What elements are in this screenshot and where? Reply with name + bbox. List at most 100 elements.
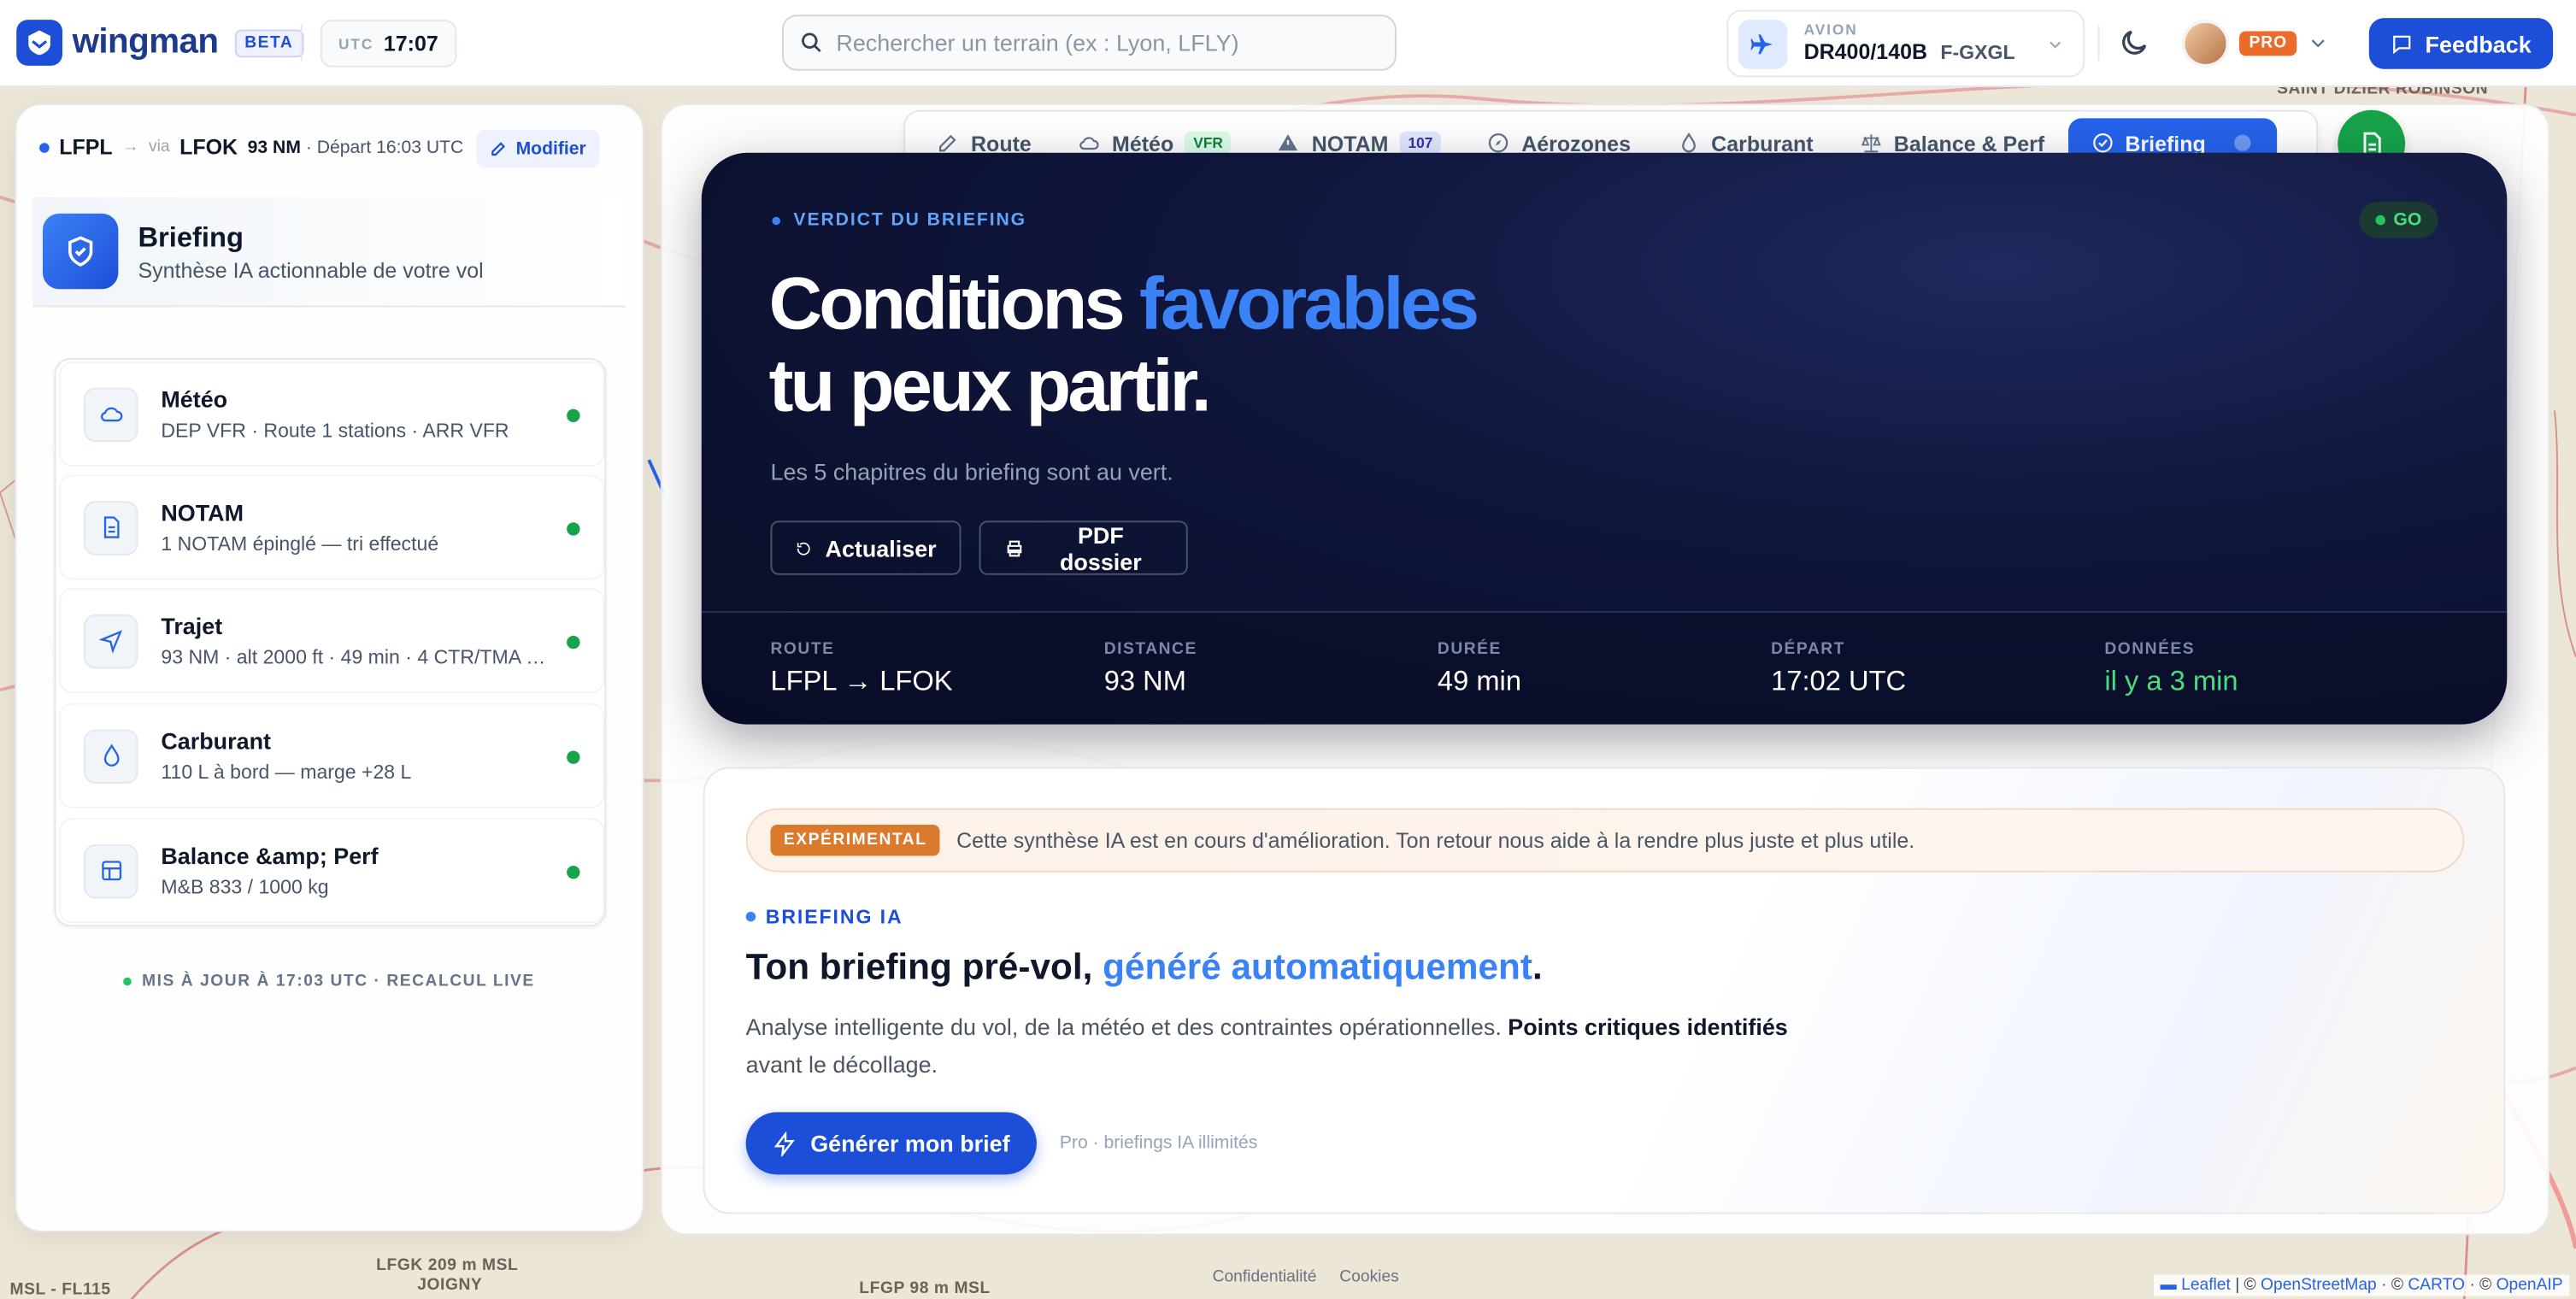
airplane-icon — [1738, 19, 1788, 68]
status-dot — [2375, 215, 2385, 226]
experimental-text: Cette synthèse IA est en cours d'amélior… — [956, 827, 1915, 853]
avatar[interactable] — [2181, 20, 2230, 68]
last-updated-text: MIS À JOUR À 17:03 UTC · RECALCUL LIVE — [142, 972, 535, 991]
shield-check-icon — [42, 213, 119, 290]
document-icon — [84, 500, 138, 555]
edit-icon — [939, 134, 956, 152]
chevron-down-icon — [2050, 40, 2061, 48]
item-detail: DEP VFR · Route 1 stations · ARR VFR — [161, 419, 509, 443]
pro-note: Pro · briefings IA illimités — [1059, 1133, 1258, 1154]
privacy-link[interactable]: Confidentialité — [1213, 1268, 1317, 1286]
checklist-item-carburant[interactable]: Carburant 110 L à bord — marge +28 L — [59, 702, 605, 808]
pdf-button[interactable]: PDF dossier — [979, 520, 1188, 575]
item-title: Météo — [161, 385, 228, 413]
checklist-item-notam[interactable]: NOTAM 1 NOTAM épinglé — tri effectué — [59, 474, 605, 580]
checklist-item-balance[interactable]: Balance &amp; Perf M&B 833 / 1000 kg — [59, 818, 605, 924]
flight-departure: · Départ 16:03 UTC — [305, 137, 464, 157]
pdf-label: PDF dossier — [1059, 521, 1142, 574]
item-detail: 93 NM · alt 2000 ft · 49 min · 4 CTR/TMA… — [161, 645, 550, 669]
tab-label: NOTAM — [1311, 130, 1389, 156]
status-dot — [745, 911, 756, 922]
via-label: via — [148, 138, 170, 156]
checklist-item-trajet[interactable]: Trajet 93 NM · alt 2000 ft · 49 min · 4 C… — [59, 588, 605, 694]
verdict-card: VERDICT DU BRIEFING GO Conditions favora… — [701, 152, 2508, 725]
utc-time: 17:07 — [383, 31, 438, 56]
flight-summary: LFPL → via LFOK 93 NM · Départ 16:03 UTC — [39, 135, 464, 159]
stat-duration: DURÉE 49 min — [1438, 641, 1521, 698]
briefing-title: Briefing — [138, 220, 244, 253]
stat-route: ROUTE LFPL → LFOK — [771, 641, 953, 698]
lightning-icon — [774, 1131, 796, 1156]
openaip-link[interactable]: OpenAIP — [2497, 1277, 2563, 1295]
footer-links: Confidentialité Cookies — [1213, 1268, 1399, 1286]
ai-eyebrow: BRIEFING IA — [745, 905, 903, 928]
experimental-badge: EXPÉRIMENTAL — [770, 824, 940, 856]
flight-distance: 93 NM — [247, 137, 301, 157]
stat-value: il y a 3 min — [2104, 665, 2238, 697]
chevron-down-icon[interactable] — [2308, 32, 2328, 52]
app-name: wingman — [72, 22, 219, 62]
carto-link[interactable]: CARTO — [2408, 1277, 2465, 1295]
notam-count-badge: 107 — [1399, 131, 1442, 155]
search-input[interactable] — [836, 29, 1362, 56]
verdict-summary: Les 5 chapitres du briefing sont au vert… — [770, 458, 1173, 485]
osm-link[interactable]: OpenStreetMap — [2261, 1277, 2377, 1295]
status-dot — [567, 750, 580, 764]
vfr-badge: VFR — [1185, 131, 1232, 155]
go-label: GO — [2393, 210, 2422, 231]
status-dot — [567, 522, 580, 536]
verdict-eyebrow: VERDICT DU BRIEFING — [772, 210, 1026, 230]
logo[interactable]: wingman BETA — [16, 20, 303, 66]
pro-badge: PRO — [2238, 31, 2297, 56]
printer-icon — [1007, 539, 1022, 556]
feedback-button[interactable]: Feedback — [2368, 18, 2554, 69]
item-title: Balance &amp; Perf — [161, 843, 379, 869]
ai-briefing-card: EXPÉRIMENTAL Cette synthèse IA est en co… — [703, 767, 2506, 1214]
cloud-icon — [1079, 137, 1099, 150]
verdict-stats: ROUTE LFPL → LFOK DISTANCE 93 NM DURÉE 49 m… — [701, 611, 2508, 725]
title-end: . — [1532, 946, 1543, 988]
headline-part: Conditions — [768, 261, 1139, 345]
navigation-icon — [84, 613, 138, 668]
utc-clock: UTC 17:07 — [320, 20, 456, 68]
briefing-subtitle: Synthèse IA actionnable de votre vol — [138, 256, 484, 282]
desc-bold: Points critiques identifiés — [1508, 1013, 1788, 1040]
status-dot — [772, 215, 781, 225]
refresh-button[interactable]: Actualiser — [770, 520, 962, 575]
leaflet-link[interactable]: ▬ Leaflet — [2161, 1277, 2231, 1295]
generate-brief-button[interactable]: Générer mon brief — [745, 1112, 1037, 1175]
briefing-checklist: Météo DEP VFR · Route 1 stations · ARR VF… — [54, 358, 607, 927]
status-dot — [567, 409, 580, 423]
aircraft-model: DR400/140B — [1803, 38, 1928, 64]
stat-label: DISTANCE — [1103, 640, 1197, 659]
map-label: LFGK 209 m MSL — [376, 1256, 519, 1275]
cloud-icon — [84, 386, 138, 442]
title-part: Ton briefing pré-vol, — [745, 946, 1103, 988]
status-dot — [567, 635, 580, 650]
stat-label: ROUTE — [770, 640, 835, 659]
beta-badge: BETA — [234, 28, 303, 57]
edit-flight-button[interactable]: Modifier — [476, 129, 600, 168]
droplet-icon — [84, 728, 138, 783]
map-attribution: ▬ Leaflet | © OpenStreetMap · © CARTO · … — [2153, 1274, 2570, 1296]
scale-icon — [1861, 134, 1881, 153]
generate-label: Générer mon brief — [810, 1130, 1010, 1157]
item-detail: M&B 833 / 1000 kg — [161, 875, 329, 899]
tab-label: Carburant — [1711, 130, 1814, 156]
dark-mode-toggle[interactable] — [2118, 26, 2150, 68]
last-updated: MIS À JOUR À 17:03 UTC · RECALCUL LIVE — [15, 973, 644, 990]
search-icon — [802, 32, 821, 53]
headline-part: tu peux partir. — [768, 343, 1212, 427]
aircraft-selector[interactable]: AVION DR400/140B F-GXGL — [1726, 9, 2085, 78]
logo-icon — [16, 20, 63, 66]
feedback-label: Feedback — [2425, 30, 2532, 57]
droplet-icon — [1681, 132, 1696, 153]
cookies-link[interactable]: Cookies — [1339, 1268, 1398, 1286]
headline-accent: favorables — [1138, 261, 1479, 345]
check-circle-icon — [2092, 133, 2112, 153]
tab-label: Route — [971, 130, 1032, 156]
stat-label: DONNÉES — [2104, 640, 2196, 659]
checklist-item-meteo[interactable]: Météo DEP VFR · Route 1 stations · ARR VF… — [59, 361, 605, 467]
edit-icon — [491, 142, 506, 156]
search-bar[interactable] — [781, 15, 1397, 71]
